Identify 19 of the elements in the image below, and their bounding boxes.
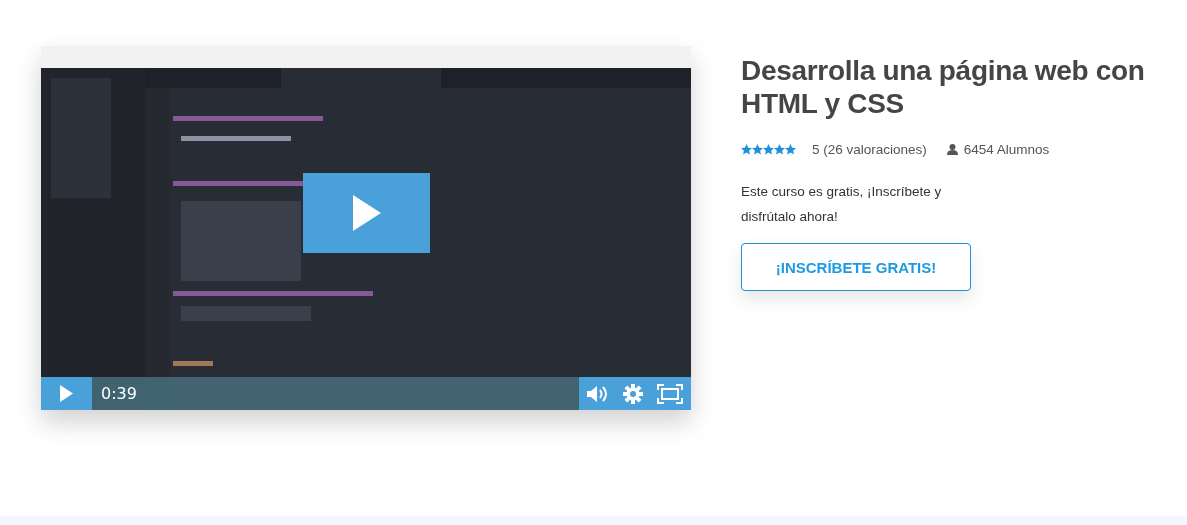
star-icon — [741, 144, 752, 155]
course-description: Este curso es gratis, ¡Inscríbete y disfrútalo ahora! — [741, 183, 943, 226]
star-icon — [763, 144, 774, 155]
play-button[interactable] — [41, 377, 92, 410]
person-icon — [946, 144, 958, 155]
rating-text: 5 (26 valoraciones) — [812, 142, 927, 157]
play-icon — [60, 385, 73, 402]
enroll-button[interactable]: ¡INSCRÍBETE GRATIS! — [741, 243, 971, 291]
students-count: 6454 Alumnos — [963, 142, 1050, 157]
play-button[interactable] — [303, 173, 430, 253]
play-icon — [352, 195, 381, 231]
volume-icon — [587, 384, 609, 403]
time-display: 0:39 — [101, 384, 138, 403]
settings-icon — [623, 383, 643, 404]
star-icon — [774, 144, 785, 155]
star-icon — [752, 144, 763, 155]
fullscreen-icon — [657, 383, 683, 404]
star-icon — [785, 144, 796, 155]
course-title: Desarrolla una página web con HTML y CSS — [741, 54, 1146, 120]
